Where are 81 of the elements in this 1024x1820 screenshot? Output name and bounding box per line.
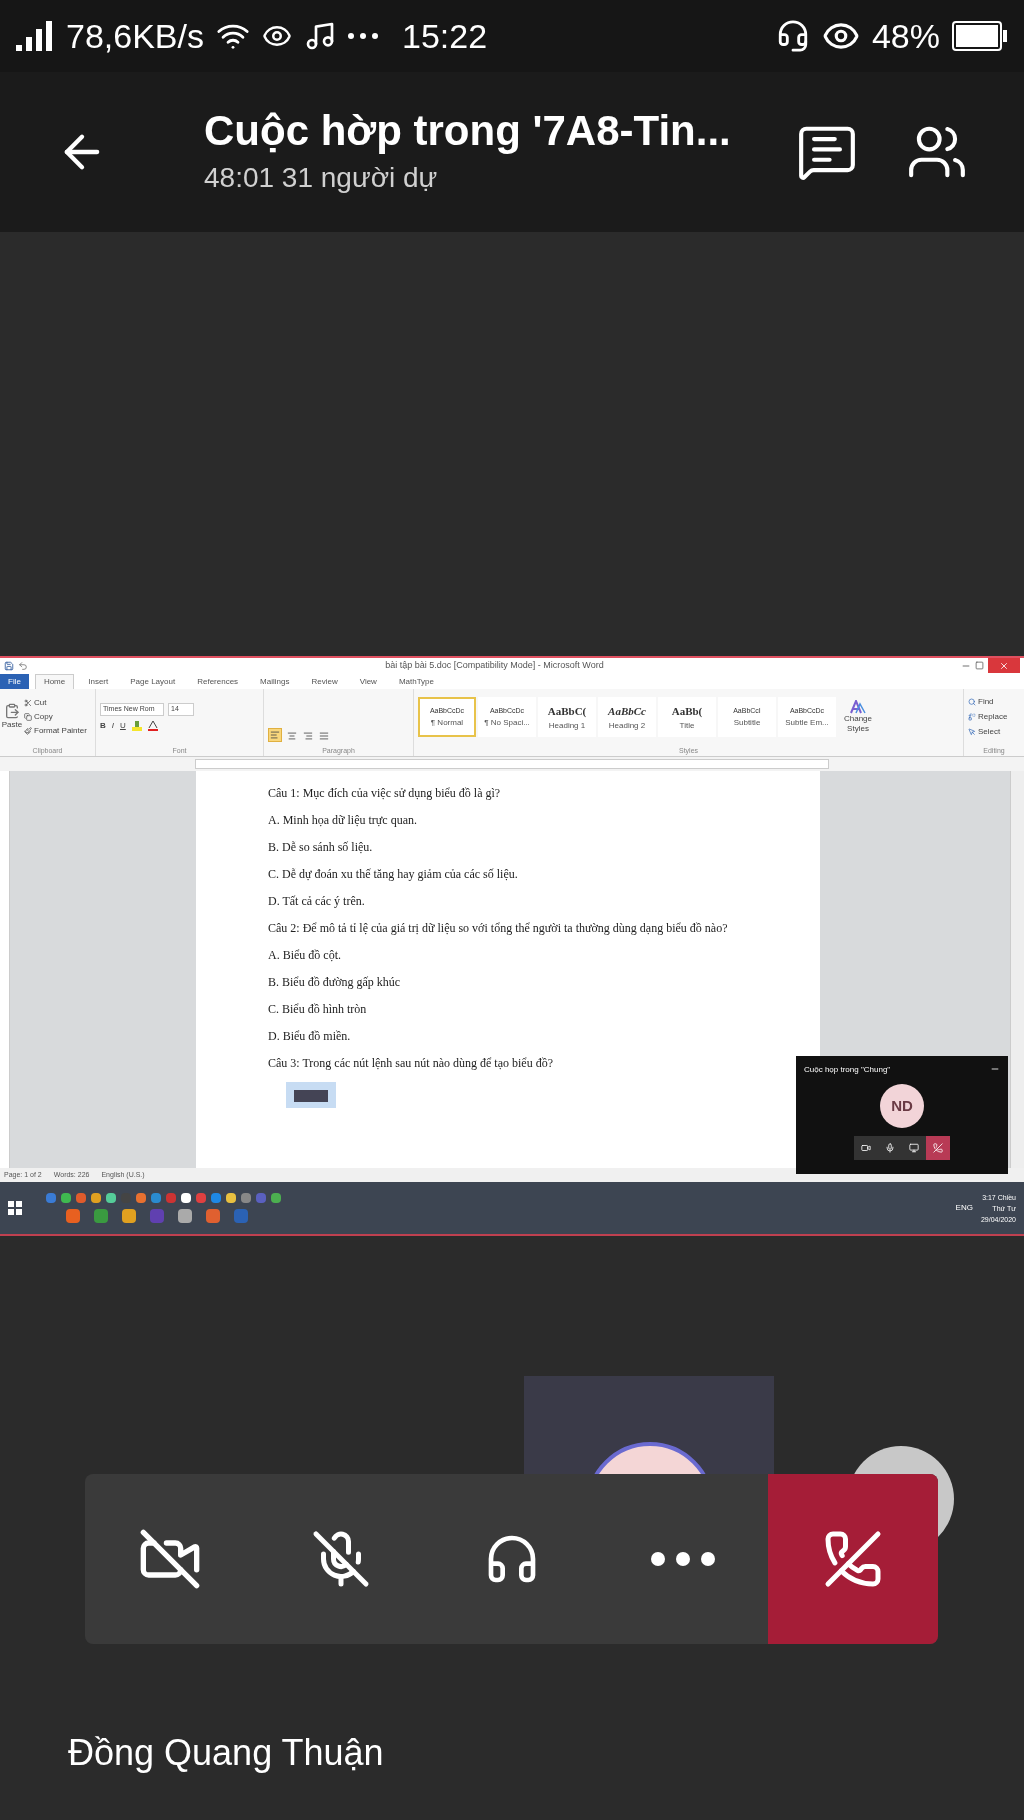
style-item[interactable]: AaBbC( Heading 1 bbox=[538, 697, 596, 738]
battery-icon bbox=[952, 21, 1008, 51]
document-line: Câu 1: Mục đích của việc sử dụng biểu đồ là gì? bbox=[268, 785, 502, 801]
music-icon bbox=[304, 20, 336, 52]
document-line: Câu 2: Để mô tả tỉ lệ của giá trị dữ liệu so với tổng thể người ta thường dùng dạng biểu đồ nào? bbox=[268, 920, 729, 936]
ribbon-tab[interactable]: Mailings bbox=[252, 674, 298, 689]
ribbon-tab[interactable]: Insert bbox=[80, 674, 117, 689]
clock: 15:22 bbox=[402, 15, 488, 57]
change-styles-button[interactable]: Change Styles bbox=[838, 700, 878, 735]
ribbon-tab[interactable]: References bbox=[189, 674, 247, 689]
align-button[interactable] bbox=[318, 729, 330, 742]
avatar: ND bbox=[880, 1084, 924, 1128]
network-speed: 78,6KB/s bbox=[66, 15, 204, 57]
align-icon bbox=[303, 730, 313, 741]
ribbon-tab[interactable]: Review bbox=[303, 674, 346, 689]
align-icon bbox=[270, 729, 280, 740]
document-line: C. Dễ dự đoán xu thế tăng hay giảm của các số liệu. bbox=[268, 866, 519, 882]
format-button[interactable]: B bbox=[100, 719, 106, 732]
close-icon bbox=[999, 660, 1009, 671]
align-button[interactable] bbox=[268, 727, 282, 742]
clipboard-button[interactable]: Copy bbox=[24, 711, 87, 724]
document-line: D. Biểu đồ miền. bbox=[268, 1028, 352, 1044]
document-line: B. Biểu đồ đường gấp khúc bbox=[268, 974, 402, 990]
signal-icon bbox=[16, 21, 54, 51]
editing-button[interactable]: Find bbox=[968, 696, 1020, 709]
meeting-subtitle: 48:01 31 người dự bbox=[204, 161, 439, 196]
align-button[interactable] bbox=[286, 729, 298, 742]
document-line: A. Biểu đồ cột. bbox=[268, 947, 342, 963]
pointer-icon bbox=[968, 728, 976, 737]
hang-up-button[interactable] bbox=[768, 1474, 938, 1644]
ribbon-tab[interactable]: View bbox=[351, 674, 385, 689]
format-button[interactable]: U bbox=[120, 719, 126, 732]
document-line: B. Dễ so sánh số liệu. bbox=[268, 839, 374, 855]
paste-button[interactable]: Paste bbox=[0, 689, 24, 746]
file-tab[interactable]: File bbox=[0, 674, 29, 689]
document-line: A. Minh họa dữ liệu trực quan. bbox=[268, 812, 418, 828]
save-icon[interactable] bbox=[4, 660, 14, 671]
scissors-icon bbox=[24, 699, 32, 708]
font-color-icon[interactable] bbox=[147, 720, 158, 731]
align-button[interactable] bbox=[302, 729, 314, 742]
document-line: D. Tất cả các ý trên. bbox=[268, 893, 366, 909]
style-item[interactable]: AaBbCc Heading 2 bbox=[598, 697, 656, 738]
meeting-title: Cuộc hờp trong '7A8-Tin... bbox=[204, 105, 732, 156]
style-item[interactable]: AaBb( Title bbox=[658, 697, 716, 738]
windows-logo-icon[interactable] bbox=[8, 1201, 22, 1215]
format-button[interactable]: I bbox=[111, 719, 114, 732]
mini-call-title: Cuộc họp trong "Chung" bbox=[804, 1064, 892, 1076]
ribbon-tab[interactable]: Home bbox=[34, 674, 75, 689]
scrollbar[interactable] bbox=[1010, 771, 1024, 1168]
window-title: bài tập bài 5.doc [Compatibility Mode] - Microsoft Word bbox=[384, 658, 605, 672]
editing-button[interactable]: Select bbox=[968, 726, 1020, 739]
highlight-icon[interactable] bbox=[131, 720, 142, 731]
share-screen-icon[interactable] bbox=[902, 1136, 926, 1160]
ribbon-tab[interactable]: Page Layout bbox=[122, 674, 184, 689]
toolbar-button-image bbox=[286, 1082, 336, 1108]
language-indicator[interactable]: ENG bbox=[955, 1202, 973, 1214]
hang-up-icon bbox=[823, 1529, 883, 1589]
maximize-icon[interactable] bbox=[975, 661, 984, 670]
close-button[interactable] bbox=[988, 658, 1020, 673]
more-icon bbox=[348, 33, 378, 39]
document-line: Câu 3: Trong các nút lệnh sau nút nào dùng để tạo biểu đồ? bbox=[268, 1055, 554, 1071]
hang-up-icon[interactable] bbox=[926, 1136, 950, 1160]
undo-icon[interactable] bbox=[18, 660, 28, 671]
align-icon bbox=[287, 730, 297, 741]
styles-icon bbox=[850, 700, 866, 715]
replace-icon bbox=[968, 713, 976, 722]
video-glyph bbox=[861, 1143, 871, 1153]
clipboard-button[interactable]: Cut bbox=[24, 697, 87, 710]
align-icon bbox=[319, 730, 329, 741]
clipboard-button[interactable]: Format Painter bbox=[24, 725, 87, 738]
camera-icon[interactable] bbox=[854, 1136, 878, 1160]
more-icon bbox=[650, 1552, 715, 1566]
ribbon-tab[interactable]: MathType bbox=[390, 674, 443, 689]
battery-percent: 48% bbox=[871, 15, 940, 57]
search-icon bbox=[968, 698, 976, 707]
brush-icon bbox=[24, 727, 32, 736]
copy-icon bbox=[24, 713, 32, 722]
editing-button[interactable]: Replace bbox=[968, 711, 1020, 724]
document-line: C. Biểu đồ hình tròn bbox=[268, 1001, 368, 1017]
participant-name: Đồng Quang Thuận bbox=[68, 1731, 384, 1775]
clipboard-icon bbox=[4, 703, 20, 720]
